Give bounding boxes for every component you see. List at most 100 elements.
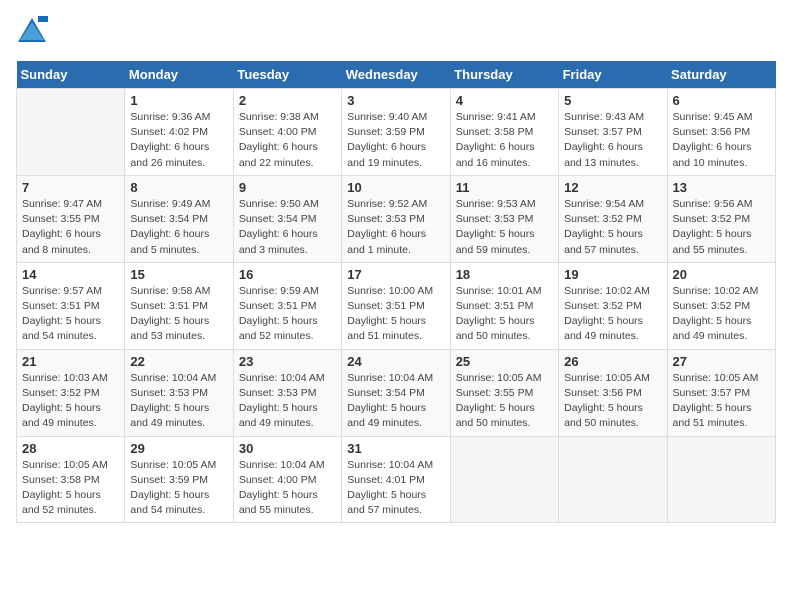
calendar-cell: 31 Sunrise: 10:04 AM Sunset: 4:01 PM Dayl… — [342, 436, 450, 523]
day-number: 31 — [347, 441, 444, 456]
day-number: 15 — [130, 267, 227, 282]
day-info: Sunrise: 10:05 AM Sunset: 3:59 PM Daylig… — [130, 458, 227, 519]
day-info: Sunrise: 9:59 AM Sunset: 3:51 PM Dayligh… — [239, 284, 336, 345]
day-info: Sunrise: 10:05 AM Sunset: 3:55 PM Daylig… — [456, 371, 553, 432]
calendar-cell: 4Sunrise: 9:41 AM Sunset: 3:58 PM Daylig… — [450, 89, 558, 176]
calendar-cell — [450, 436, 558, 523]
day-info: Sunrise: 9:45 AM Sunset: 3:56 PM Dayligh… — [673, 110, 770, 171]
day-info: Sunrise: 10:04 AM Sunset: 4:01 PM Daylig… — [347, 458, 444, 519]
day-number: 26 — [564, 354, 661, 369]
calendar-cell: 10 Sunrise: 9:52 AM Sunset: 3:53 PM Dayli… — [342, 175, 450, 262]
day-number: 9 — [239, 180, 336, 195]
calendar-cell: 24 Sunrise: 10:04 AM Sunset: 3:54 PM Dayl… — [342, 349, 450, 436]
calendar-cell: 15 Sunrise: 9:58 AM Sunset: 3:51 PM Dayli… — [125, 262, 233, 349]
calendar-cell: 22 Sunrise: 10:04 AM Sunset: 3:53 PM Dayl… — [125, 349, 233, 436]
day-number: 17 — [347, 267, 444, 282]
calendar-cell: 6 Sunrise: 9:45 AM Sunset: 3:56 PM Daylig… — [667, 89, 775, 176]
day-number: 4 — [456, 93, 553, 108]
day-info: Sunrise: 10:03 AM Sunset: 3:52 PM Daylig… — [22, 371, 119, 432]
calendar-cell: 1 Sunrise: 9:36 AM Sunset: 4:02 PM Daylig… — [125, 89, 233, 176]
calendar-cell: 20 Sunrise: 10:02 AM Sunset: 3:52 PM Dayl… — [667, 262, 775, 349]
day-number: 12 — [564, 180, 661, 195]
day-number: 21 — [22, 354, 119, 369]
day-number: 2 — [239, 93, 336, 108]
calendar-cell: 11 Sunrise: 9:53 AM Sunset: 3:53 PM Dayli… — [450, 175, 558, 262]
logo — [16, 16, 52, 49]
day-number: 3 — [347, 93, 444, 108]
day-info: Sunrise: 10:04 AM Sunset: 3:54 PM Daylig… — [347, 371, 444, 432]
calendar-cell: 12 Sunrise: 9:54 AM Sunset: 3:52 PM Dayli… — [559, 175, 667, 262]
day-info: Sunrise: 9:36 AM Sunset: 4:02 PM Dayligh… — [130, 110, 227, 171]
day-number: 28 — [22, 441, 119, 456]
day-info: Sunrise: 9:52 AM Sunset: 3:53 PM Dayligh… — [347, 197, 444, 258]
day-number: 20 — [673, 267, 770, 282]
weekday-header-thursday: Thursday — [450, 61, 558, 89]
weekday-header-sunday: Sunday — [17, 61, 125, 89]
day-info: Sunrise: 10:04 AM Sunset: 3:53 PM Daylig… — [239, 371, 336, 432]
calendar-cell — [667, 436, 775, 523]
day-info: Sunrise: 10:02 AM Sunset: 3:52 PM Daylig… — [673, 284, 770, 345]
calendar-cell: 26 Sunrise: 10:05 AM Sunset: 3:56 PM Dayl… — [559, 349, 667, 436]
day-info: Sunrise: 9:57 AM Sunset: 3:51 PM Dayligh… — [22, 284, 119, 345]
calendar-cell: 25 Sunrise: 10:05 AM Sunset: 3:55 PM Dayl… — [450, 349, 558, 436]
logo-icon — [16, 16, 48, 44]
day-info: Sunrise: 10:02 AM Sunset: 3:52 PM Daylig… — [564, 284, 661, 345]
calendar-cell: 19 Sunrise: 10:02 AM Sunset: 3:52 PM Dayl… — [559, 262, 667, 349]
calendar-cell: 7 Sunrise: 9:47 AM Sunset: 3:55 PM Daylig… — [17, 175, 125, 262]
day-number: 18 — [456, 267, 553, 282]
day-info: Sunrise: 9:43 AM Sunset: 3:57 PM Dayligh… — [564, 110, 661, 171]
day-number: 6 — [673, 93, 770, 108]
day-number: 7 — [22, 180, 119, 195]
day-info: Sunrise: 9:49 AM Sunset: 3:54 PM Dayligh… — [130, 197, 227, 258]
calendar-table: SundayMondayTuesdayWednesdayThursdayFrid… — [16, 61, 776, 523]
day-info: Sunrise: 10:00 AM Sunset: 3:51 PM Daylig… — [347, 284, 444, 345]
calendar-cell: 27 Sunrise: 10:05 AM Sunset: 3:57 PM Dayl… — [667, 349, 775, 436]
calendar-cell: 23Sunrise: 10:04 AM Sunset: 3:53 PM Dayl… — [233, 349, 341, 436]
day-number: 16 — [239, 267, 336, 282]
calendar-cell: 3 Sunrise: 9:40 AM Sunset: 3:59 PM Daylig… — [342, 89, 450, 176]
day-info: Sunrise: 10:01 AM Sunset: 3:51 PM Daylig… — [456, 284, 553, 345]
calendar-cell: 28 Sunrise: 10:05 AM Sunset: 3:58 PM Dayl… — [17, 436, 125, 523]
day-number: 22 — [130, 354, 227, 369]
calendar-cell: 30 Sunrise: 10:04 AM Sunset: 4:00 PM Dayl… — [233, 436, 341, 523]
day-info: Sunrise: 10:05 AM Sunset: 3:58 PM Daylig… — [22, 458, 119, 519]
calendar-cell: 17 Sunrise: 10:00 AM Sunset: 3:51 PM Dayl… — [342, 262, 450, 349]
day-number: 24 — [347, 354, 444, 369]
day-number: 25 — [456, 354, 553, 369]
calendar-cell: 18 Sunrise: 10:01 AM Sunset: 3:51 PM Dayl… — [450, 262, 558, 349]
weekday-header-wednesday: Wednesday — [342, 61, 450, 89]
day-info: Sunrise: 9:50 AM Sunset: 3:54 PM Dayligh… — [239, 197, 336, 258]
day-info: Sunrise: 9:47 AM Sunset: 3:55 PM Dayligh… — [22, 197, 119, 258]
calendar-cell: 9 Sunrise: 9:50 AM Sunset: 3:54 PM Daylig… — [233, 175, 341, 262]
calendar-cell — [17, 89, 125, 176]
day-info: Sunrise: 9:40 AM Sunset: 3:59 PM Dayligh… — [347, 110, 444, 171]
calendar-cell: 13 Sunrise: 9:56 AM Sunset: 3:52 PM Dayli… — [667, 175, 775, 262]
day-info: Sunrise: 10:05 AM Sunset: 3:57 PM Daylig… — [673, 371, 770, 432]
day-info: Sunrise: 9:53 AM Sunset: 3:53 PM Dayligh… — [456, 197, 553, 258]
day-info: Sunrise: 10:05 AM Sunset: 3:56 PM Daylig… — [564, 371, 661, 432]
day-number: 1 — [130, 93, 227, 108]
calendar-cell: 5Sunrise: 9:43 AM Sunset: 3:57 PM Daylig… — [559, 89, 667, 176]
weekday-header-friday: Friday — [559, 61, 667, 89]
day-number: 27 — [673, 354, 770, 369]
calendar-cell: 16 Sunrise: 9:59 AM Sunset: 3:51 PM Dayli… — [233, 262, 341, 349]
calendar-cell: 14 Sunrise: 9:57 AM Sunset: 3:51 PM Dayli… — [17, 262, 125, 349]
day-number: 19 — [564, 267, 661, 282]
calendar-cell: 21 Sunrise: 10:03 AM Sunset: 3:52 PM Dayl… — [17, 349, 125, 436]
day-info: Sunrise: 9:58 AM Sunset: 3:51 PM Dayligh… — [130, 284, 227, 345]
day-number: 30 — [239, 441, 336, 456]
calendar-cell: 29Sunrise: 10:05 AM Sunset: 3:59 PM Dayl… — [125, 436, 233, 523]
day-info: Sunrise: 10:04 AM Sunset: 3:53 PM Daylig… — [130, 371, 227, 432]
day-number: 10 — [347, 180, 444, 195]
day-info: Sunrise: 10:04 AM Sunset: 4:00 PM Daylig… — [239, 458, 336, 519]
day-number: 11 — [456, 180, 553, 195]
weekday-header-monday: Monday — [125, 61, 233, 89]
day-number: 14 — [22, 267, 119, 282]
day-info: Sunrise: 9:56 AM Sunset: 3:52 PM Dayligh… — [673, 197, 770, 258]
day-number: 13 — [673, 180, 770, 195]
weekday-header-saturday: Saturday — [667, 61, 775, 89]
calendar-cell — [559, 436, 667, 523]
weekday-header-tuesday: Tuesday — [233, 61, 341, 89]
day-info: Sunrise: 9:54 AM Sunset: 3:52 PM Dayligh… — [564, 197, 661, 258]
calendar-cell: 2Sunrise: 9:38 AM Sunset: 4:00 PM Daylig… — [233, 89, 341, 176]
